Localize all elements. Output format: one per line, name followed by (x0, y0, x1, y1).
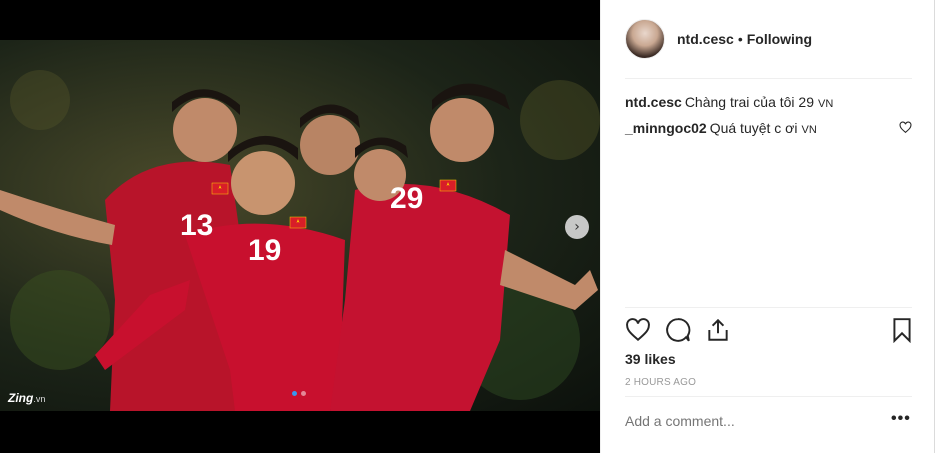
post-timestamp[interactable]: 2 HOURS AGO (625, 377, 696, 388)
comment-item: ntd.cesc Chàng trai của tôi 29 VN (625, 93, 912, 113)
divider (625, 307, 912, 308)
header-separator: • (737, 31, 743, 47)
comment-flag: VN (818, 98, 834, 110)
comment-text: Chàng trai của tôi 29 (684, 94, 815, 110)
divider (625, 396, 912, 397)
carousel-dot-active (292, 391, 297, 396)
post-photo[interactable]: 13 19 29 Zing.vn (0, 40, 600, 411)
jersey-number-29: 29 (390, 182, 423, 215)
zing-watermark: Zing.vn (8, 391, 46, 405)
header-username[interactable]: ntd.cesc (677, 31, 734, 47)
post-header: ntd.cesc • Following (625, 18, 912, 60)
more-options-icon[interactable]: ••• (891, 410, 911, 428)
post-media: 13 19 29 Zing.vn › (0, 0, 600, 453)
jersey-number-13: 13 (180, 209, 213, 242)
comment-item: _minngoc02 Quá tuyệt c ơi VN (625, 119, 912, 139)
carousel-dot (301, 391, 306, 396)
heart-icon[interactable] (625, 317, 651, 343)
jersey-number-19: 19 (248, 234, 281, 267)
avatar[interactable] (625, 19, 665, 59)
carousel-next-button[interactable]: › (565, 215, 589, 239)
chevron-right-icon: › (574, 219, 580, 235)
post-sidebar: ntd.cesc • Following ntd.cesc Chàng trai … (600, 0, 934, 453)
action-bar (625, 317, 912, 345)
share-icon[interactable] (705, 317, 731, 343)
following-button[interactable]: Following (747, 31, 812, 47)
window-edge (934, 0, 938, 453)
comment-list: ntd.cesc Chàng trai của tôi 29 VN _minngoc… (625, 93, 912, 145)
comment-icon[interactable] (665, 317, 691, 343)
comment-input[interactable] (625, 413, 875, 429)
divider (625, 78, 912, 79)
comment-flag: VN (801, 124, 817, 136)
heart-small-icon[interactable] (899, 121, 912, 134)
comment-username[interactable]: ntd.cesc (625, 94, 682, 110)
bookmark-icon[interactable] (889, 317, 915, 343)
like-count[interactable]: 39 likes (625, 351, 676, 367)
carousel-dots (292, 391, 306, 396)
comment-text: Quá tuyệt c ơi (709, 120, 798, 136)
comment-username[interactable]: _minngoc02 (625, 120, 707, 136)
